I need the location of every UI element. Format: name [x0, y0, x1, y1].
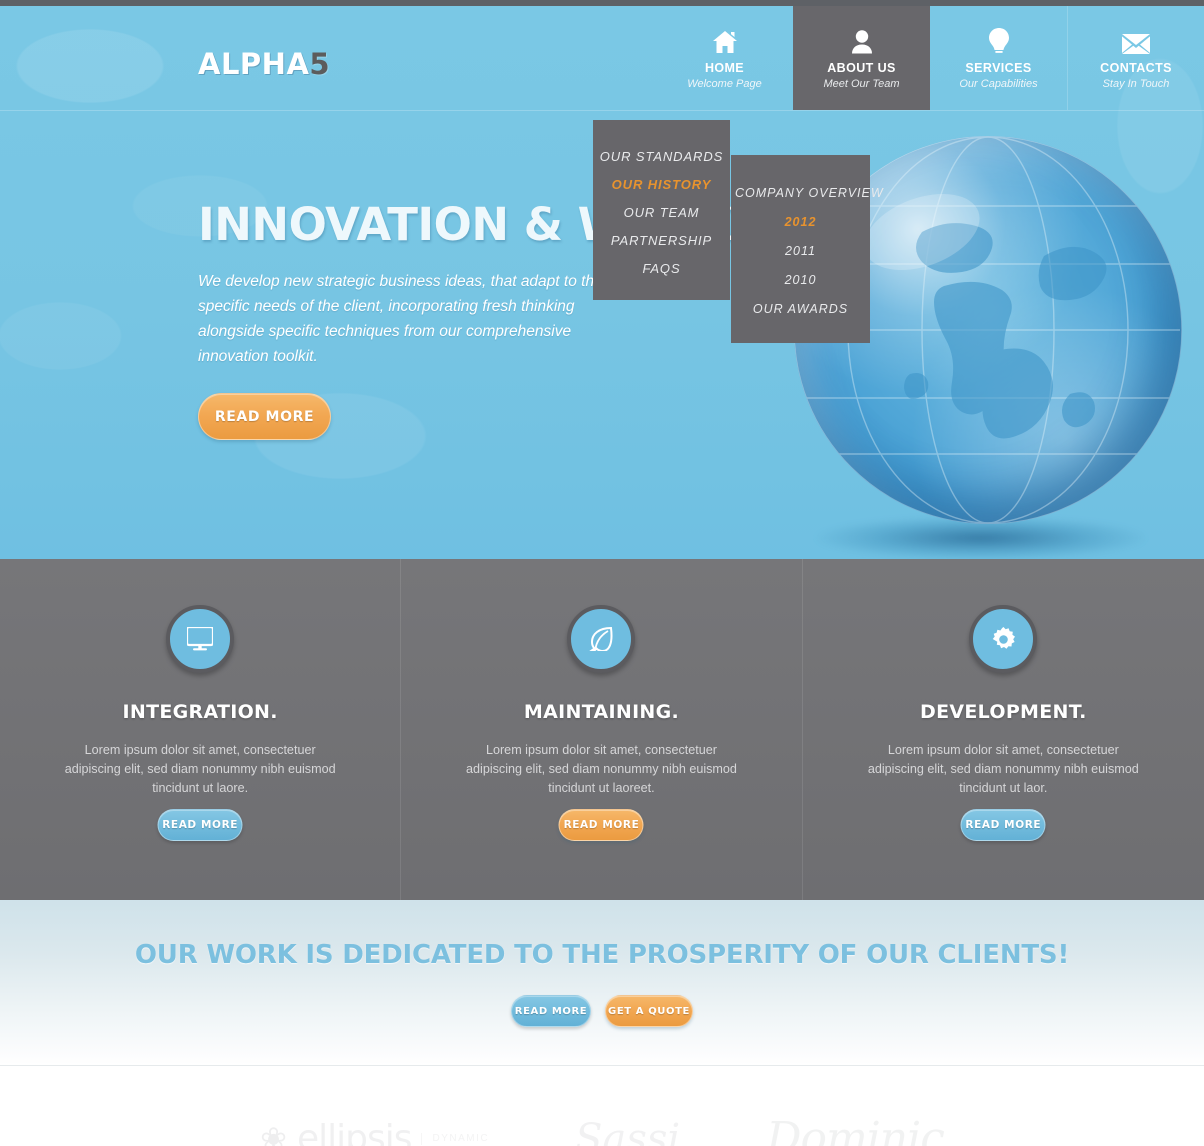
- page-root: INNOVATION & WORK We develop new strateg…: [0, 0, 1204, 1146]
- hero-read-more-button[interactable]: READ MORE: [198, 393, 331, 440]
- service-card-development: DEVELOPMENT. Lorem ipsum dolor sit amet,…: [803, 559, 1204, 900]
- logo-secondary: 5: [309, 47, 331, 81]
- nav-item-about-us[interactable]: ABOUT US Meet Our Team: [793, 6, 930, 110]
- dropdown-item-our-team[interactable]: OUR TEAM: [593, 198, 730, 226]
- service-text: Lorem ipsum dolor sit amet, consectetuer…: [64, 743, 336, 796]
- lightbulb-icon: [988, 24, 1009, 54]
- service-title: MAINTAINING.: [523, 701, 680, 723]
- nav-label: CONTACTS: [1100, 61, 1172, 76]
- flower-icon: ❀: [260, 1120, 287, 1146]
- nav-item-contacts[interactable]: CONTACTS Stay In Touch: [1067, 6, 1204, 110]
- submenu-item-2010[interactable]: 2010: [731, 265, 870, 294]
- partner-logo-sassi[interactable]: Sassi: [575, 1116, 680, 1146]
- dropdown-item-partnership[interactable]: PARTNERSHIP: [593, 226, 730, 254]
- cta-get-a-quote-button[interactable]: GET A QUOTE: [605, 995, 693, 1027]
- header-divider: [0, 110, 1204, 111]
- nav-sublabel: Stay In Touch: [1102, 77, 1170, 90]
- service-text: Lorem ipsum dolor sit amet, consectetuer…: [466, 743, 737, 796]
- partner-logo-ellipsis[interactable]: ❀ ellipsis DYNAMIC: [260, 1118, 489, 1146]
- nav-label: SERVICES: [965, 61, 1032, 76]
- submenu-item-2012[interactable]: 2012: [731, 207, 870, 236]
- dropdown-item-our-history[interactable]: OUR HISTORY: [593, 170, 730, 198]
- nav-label: ABOUT US: [827, 61, 896, 76]
- service-title: INTEGRATION.: [122, 701, 278, 723]
- hero-heading: INNOVATION & WORK: [198, 198, 734, 251]
- partner-subtitle: DYNAMIC: [421, 1132, 489, 1145]
- logo-primary: ALPHA: [198, 47, 310, 81]
- dropdown-our-history-submenu: COMPANY OVERVIEW 2012 2011 2010 OUR AWAR…: [731, 155, 883, 343]
- main-navigation: HOME Welcome Page ABOUT US Meet Our Team…: [656, 6, 1204, 110]
- monitor-icon[interactable]: [166, 605, 235, 673]
- partner-name: ellipsis: [296, 1118, 413, 1146]
- service-card-maintaining: MAINTAINING. Lorem ipsum dolor sit amet,…: [401, 559, 803, 900]
- nav-sublabel: Our Capabilities: [959, 77, 1038, 90]
- service-title: DEVELOPMENT.: [920, 701, 1087, 723]
- logo[interactable]: ALPHA5: [198, 47, 330, 81]
- partner-logo-dominic[interactable]: Dominic: [766, 1113, 945, 1146]
- cta-heading: OUR WORK IS DEDICATED TO THE PROSPERITY …: [134, 940, 1070, 970]
- nav-item-home[interactable]: HOME Welcome Page: [656, 6, 793, 110]
- submenu-item-2011[interactable]: 2011: [731, 236, 870, 265]
- dropdown-item-our-standards[interactable]: OUR STANDARDS: [593, 142, 730, 170]
- service-text: Lorem ipsum dolor sit amet, consectetuer…: [867, 743, 1139, 796]
- leaf-icon[interactable]: [567, 605, 636, 673]
- gear-icon[interactable]: [969, 605, 1038, 673]
- submenu-item-our-awards[interactable]: OUR AWARDS: [731, 294, 870, 323]
- nav-label: HOME: [704, 61, 745, 76]
- service-read-more-button[interactable]: READ MORE: [558, 809, 644, 841]
- hero-paragraph: We develop new strategic business ideas,…: [198, 273, 603, 366]
- partner-name: Dominic: [766, 1113, 945, 1146]
- nav-item-services[interactable]: SERVICES Our Capabilities: [930, 6, 1067, 110]
- hero-copy: INNOVATION & WORK We develop new strateg…: [198, 198, 734, 369]
- service-card-integration: INTEGRATION. Lorem ipsum dolor sit amet,…: [0, 559, 402, 900]
- nav-sublabel: Meet Our Team: [823, 77, 900, 90]
- home-icon: [712, 24, 738, 54]
- site-header: ALPHA5 HOME Welcome Page ABOUT US Meet O…: [0, 6, 1204, 111]
- envelope-icon: [1122, 24, 1150, 55]
- service-read-more-button[interactable]: READ MORE: [157, 809, 243, 841]
- dropdown-about-us: OUR STANDARDS OUR HISTORY OUR TEAM PARTN…: [593, 120, 730, 300]
- partner-logo-list: ❀ ellipsis DYNAMIC Sassi Dominic: [0, 1113, 1204, 1146]
- partner-name: Sassi: [575, 1115, 681, 1146]
- cta-section: OUR WORK IS DEDICATED TO THE PROSPERITY …: [0, 900, 1204, 1066]
- dropdown-item-faqs[interactable]: FAQS: [593, 254, 730, 282]
- services-section: INTEGRATION. Lorem ipsum dolor sit amet,…: [0, 559, 1204, 900]
- cta-buttons: READ MORE GET A QUOTE: [0, 995, 1204, 1027]
- submenu-item-company-overview[interactable]: COMPANY OVERVIEW: [731, 178, 883, 207]
- nav-sublabel: Welcome Page: [687, 77, 762, 90]
- cta-read-more-button[interactable]: READ MORE: [511, 995, 591, 1027]
- service-read-more-button[interactable]: READ MORE: [960, 809, 1046, 841]
- person-icon: [851, 24, 873, 54]
- partners-section: ❀ ellipsis DYNAMIC Sassi Dominic: [0, 1067, 1204, 1146]
